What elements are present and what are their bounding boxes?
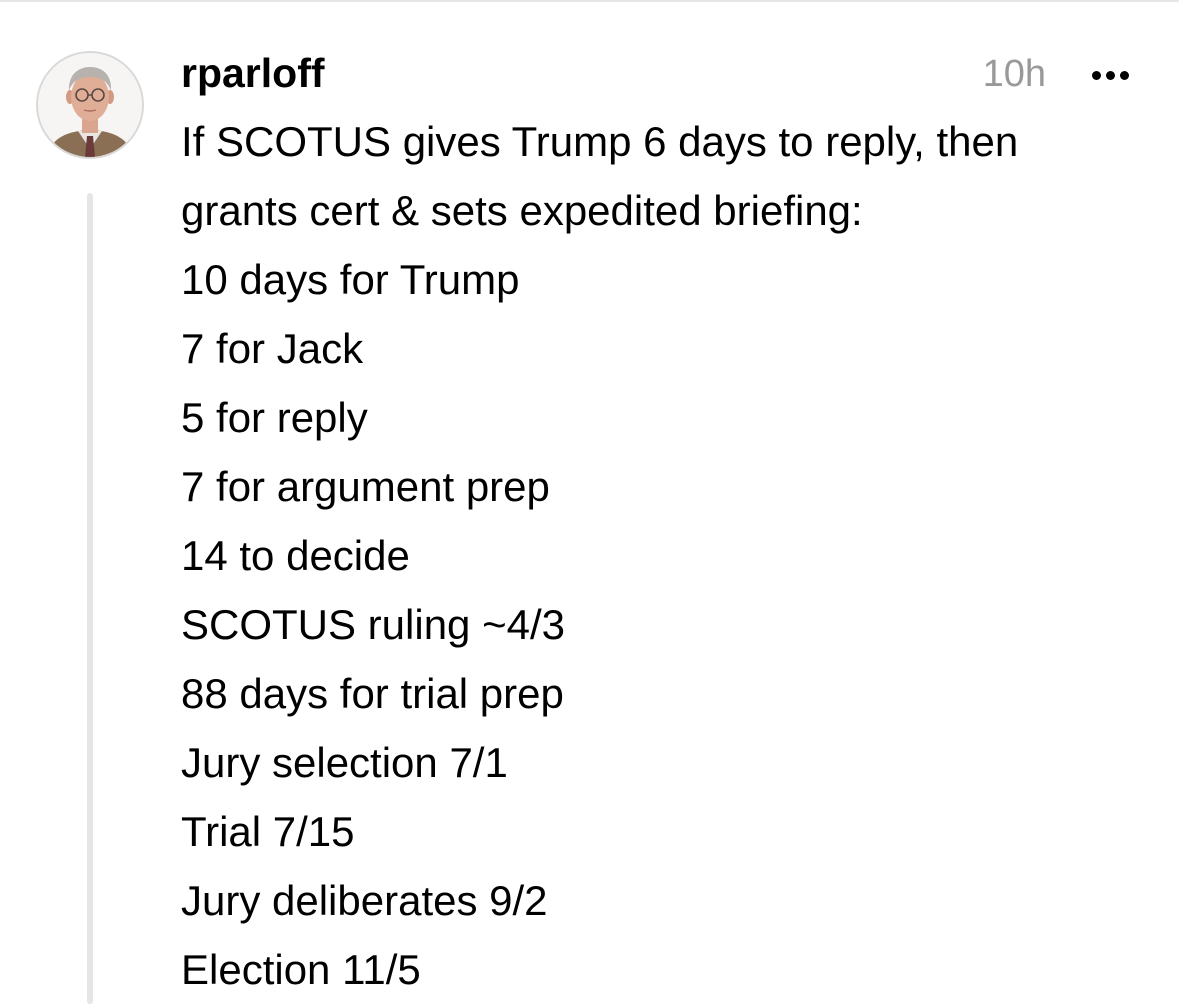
post-text-line: 88 days for trial prep [181,670,564,717]
post-text-line: 10 days for Trump [181,256,520,303]
avatar[interactable] [36,51,144,159]
top-divider [0,0,1179,2]
post-text-line: Election 11/5 [181,946,421,993]
timestamp: 10h [982,53,1046,95]
post-text-line: 7 for argument prep [181,463,550,510]
post-text-line: Trial 7/15 [181,808,355,855]
post-text-line: Jury selection 7/1 [181,739,508,786]
more-options-button[interactable] [1085,60,1135,90]
post-text-line: SCOTUS ruling ~4/3 [181,601,565,648]
more-horizontal-icon [1091,70,1101,80]
post-text-line: grants cert & sets expedited briefing: [181,187,863,234]
post-text: If SCOTUS gives Trump 6 days to reply, t… [181,107,1141,1004]
more-horizontal-icon-dot [1119,70,1129,80]
post-text-line: Jury deliberates 9/2 [181,877,548,924]
post-text-line: 14 to decide [181,532,410,579]
more-horizontal-icon-dot [1105,70,1115,80]
thread-line [87,193,93,1004]
post-text-line: If SCOTUS gives Trump 6 days to reply, t… [181,118,1019,165]
user-avatar-photo-icon [38,53,142,157]
username[interactable]: rparloff [181,48,325,98]
post-text-line: 7 for Jack [181,325,364,372]
post-text-line: 5 for reply [181,394,368,441]
